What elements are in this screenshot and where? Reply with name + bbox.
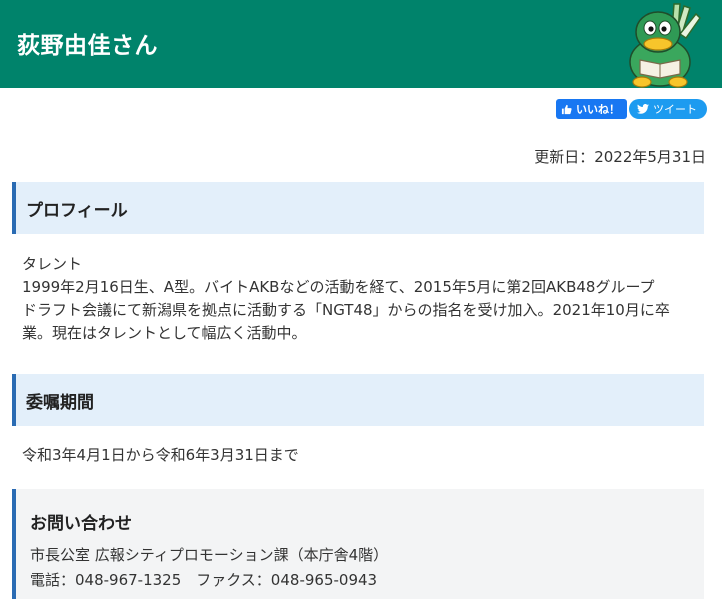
mascot-character-icon bbox=[629, 3, 701, 88]
contact-box: お問い合わせ 市長公室 広報シティプロモーション課（本庁舎4階） 電話：048-… bbox=[12, 489, 704, 599]
profile-line: ドラフト会議にて新潟県を拠点に活動する「NGT48」からの指名を受け加入。202… bbox=[22, 301, 670, 319]
contact-title: お問い合わせ bbox=[30, 514, 132, 534]
period-heading: 委嘱期間 bbox=[12, 374, 704, 426]
page-title: 荻野由佳さん bbox=[17, 33, 158, 59]
contact-phone: 電話：048-967-1325 ファクス：048-965-0943 bbox=[30, 571, 378, 589]
site-header: 荻野由佳さん bbox=[0, 0, 722, 88]
profile-line: タレント bbox=[22, 255, 83, 273]
twitter-tweet-button[interactable]: ツイート bbox=[629, 99, 707, 119]
profile-line: 1999年2月16日生、A型。バイトAKBなどの活動を経て、2015年5月に第2… bbox=[22, 278, 655, 296]
updated-date: 更新日：2022年5月31日 bbox=[534, 148, 706, 166]
period-text: 令和3年4月1日から令和6年3月31日まで bbox=[22, 446, 299, 464]
like-label: いいね！ bbox=[576, 103, 620, 116]
social-share-bar: いいね！ ツイート bbox=[556, 99, 707, 119]
profile-line: 業。現在はタレントとして幅広く活動中。 bbox=[22, 324, 307, 342]
twitter-bird-icon bbox=[637, 104, 649, 114]
profile-text: タレント 1999年2月16日生、A型。バイトAKBなどの活動を経て、2015年… bbox=[22, 253, 712, 345]
contact-department: 市長公室 広報シティプロモーション課（本庁舎4階） bbox=[30, 546, 389, 564]
facebook-like-button[interactable]: いいね！ bbox=[556, 99, 627, 119]
tweet-label: ツイート bbox=[653, 103, 697, 116]
profile-heading: プロフィール bbox=[12, 182, 704, 234]
thumbs-up-icon bbox=[561, 104, 572, 114]
